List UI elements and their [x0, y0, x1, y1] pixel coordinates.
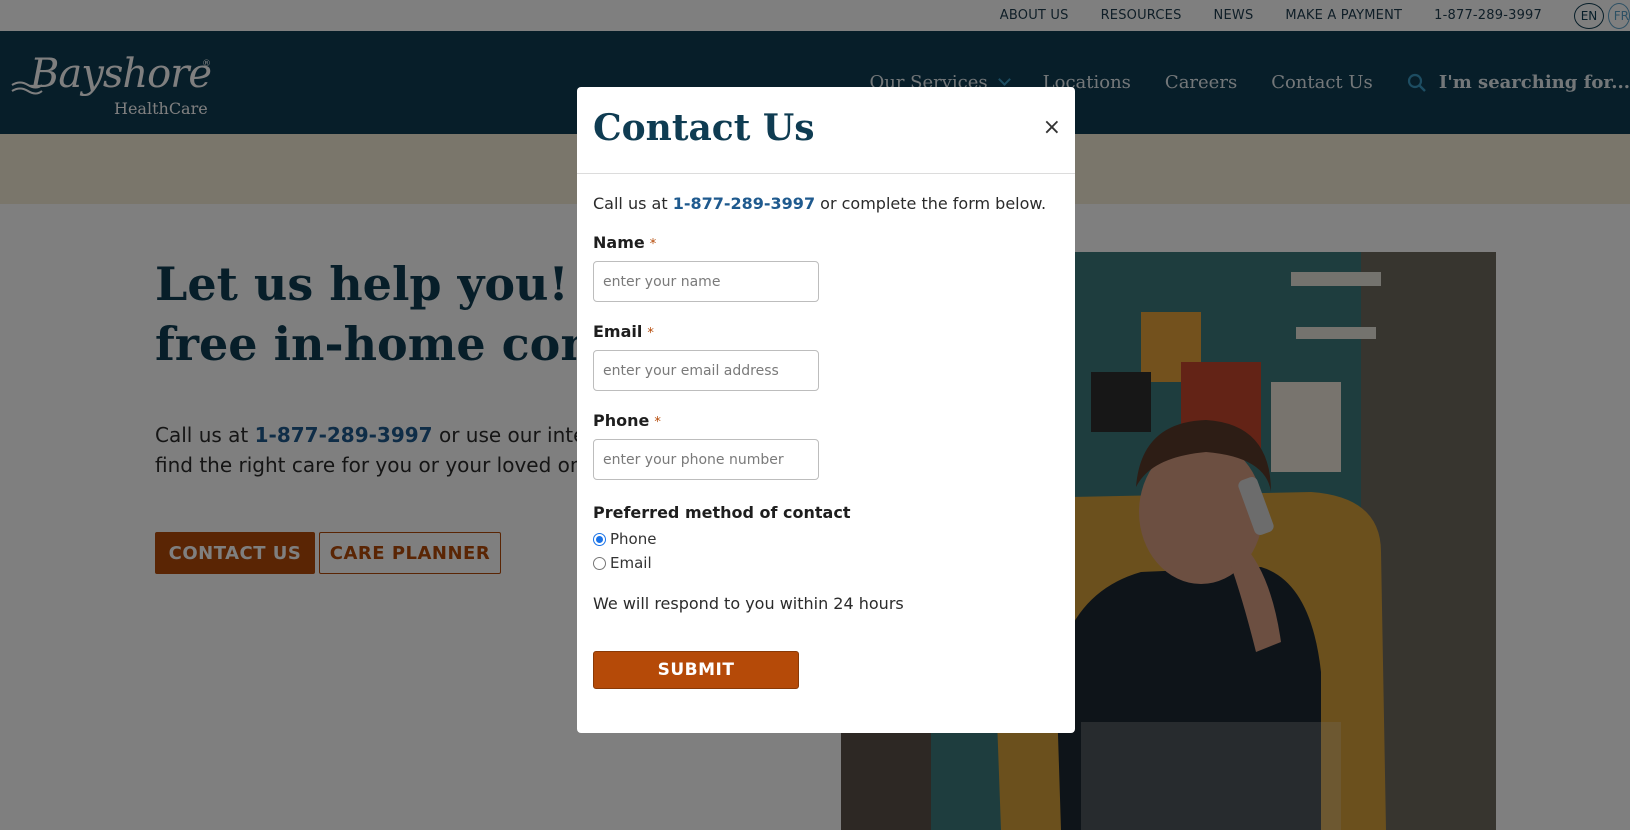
email-field[interactable] [593, 350, 819, 391]
submit-button[interactable]: SUBMIT [593, 651, 799, 689]
name-field[interactable] [593, 261, 819, 302]
radio-button-phone[interactable] [593, 532, 606, 546]
modal-phone-link[interactable]: 1-877-289-3997 [673, 194, 815, 213]
preferred-contact-label: Preferred method of contact [593, 503, 851, 522]
modal-body: Call us at 1-877-289-3997 or complete th… [577, 194, 1075, 689]
modal-header: Contact Us × [577, 87, 1075, 174]
close-icon[interactable]: × [1043, 115, 1061, 140]
name-label-text: Name [593, 233, 645, 252]
contact-us-modal: Contact Us × Call us at 1-877-289-3997 o… [577, 87, 1075, 733]
response-time-note: We will respond to you within 24 hours [593, 594, 904, 613]
email-label-text: Email [593, 322, 643, 341]
email-label: Email * [593, 322, 1059, 341]
modal-intro: Call us at 1-877-289-3997 or complete th… [593, 194, 1059, 213]
modal-title: Contact Us [593, 107, 815, 149]
radio-button-email[interactable] [593, 556, 606, 570]
radio-label-phone: Phone [610, 530, 657, 548]
radio-option-phone[interactable]: Phone [593, 530, 1059, 548]
required-marker: * [649, 237, 657, 252]
required-marker: * [654, 415, 661, 430]
radio-label-email: Email [610, 554, 652, 572]
radio-option-email[interactable]: Email [593, 554, 1059, 572]
phone-label-text: Phone [593, 411, 650, 430]
phone-label: Phone * [593, 411, 1059, 430]
intro-text-before: Call us at [593, 194, 673, 213]
name-label: Name * [593, 233, 1059, 252]
intro-text-after: or complete the form below. [815, 194, 1047, 213]
phone-field[interactable] [593, 439, 819, 480]
required-marker: * [647, 326, 654, 341]
